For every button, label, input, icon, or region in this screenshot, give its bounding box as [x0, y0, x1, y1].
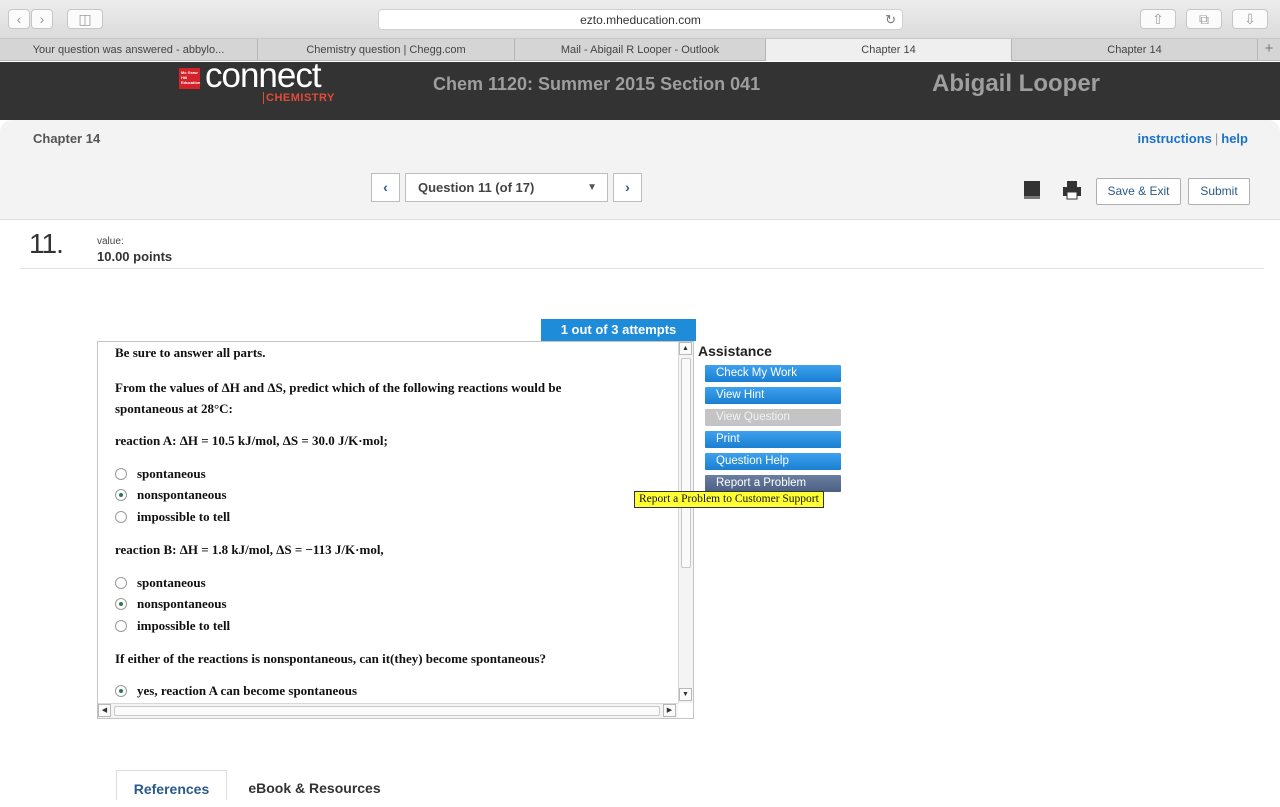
- reaction-a-text: reaction A: ΔH = 10.5 kJ/mol, ΔS = 30.0 …: [115, 433, 388, 448]
- question-number: 11.: [29, 228, 64, 259]
- forward-button[interactable]: ›: [31, 9, 53, 29]
- reaction-b-radio-nonspontaneous[interactable]: [115, 598, 127, 610]
- reaction-a-radio-impossible[interactable]: [115, 511, 127, 523]
- reaction-a-option-label: spontaneous: [137, 466, 206, 481]
- previous-question-button[interactable]: ‹: [371, 173, 400, 202]
- followup-option-label: yes, reaction A can become spontaneous: [137, 683, 358, 698]
- ebook-icon[interactable]: [1022, 180, 1042, 202]
- tab-outlook-mail[interactable]: Mail - Abigail R Looper - Outlook: [515, 39, 766, 61]
- sidebar-toggle-icon[interactable]: ◫: [67, 9, 103, 29]
- reaction-a-radio-nonspontaneous[interactable]: [115, 489, 127, 501]
- help-link[interactable]: help: [1221, 131, 1248, 146]
- tab-chapter-14[interactable]: Chapter 14: [1012, 39, 1258, 61]
- submit-button[interactable]: Submit: [1188, 178, 1250, 205]
- reaction-a-radio-spontaneous[interactable]: [115, 468, 127, 480]
- question-help-button[interactable]: Question Help: [705, 453, 841, 470]
- connect-logo: connect: [205, 56, 322, 95]
- horizontal-scrollbar[interactable]: ◀ ▶: [98, 703, 678, 718]
- share-icon[interactable]: ⇧: [1140, 9, 1176, 29]
- question-frame: Be sure to answer all parts. From the va…: [97, 341, 694, 719]
- header-links: instructions | help: [1137, 131, 1248, 146]
- instructions-link[interactable]: instructions: [1137, 131, 1211, 146]
- scroll-up-arrow[interactable]: ▲: [679, 342, 692, 355]
- tab-references[interactable]: References: [116, 770, 227, 800]
- question-prompt-line1: From the values of ΔH and ΔS, predict wh…: [115, 380, 562, 395]
- scroll-down-arrow[interactable]: ▼: [679, 688, 692, 701]
- scroll-left-arrow[interactable]: ◀: [98, 704, 111, 717]
- report-problem-tooltip: Report a Problem to Customer Support: [634, 491, 824, 508]
- vertical-scroll-thumb[interactable]: [681, 358, 691, 568]
- new-tab-icon[interactable]: +: [1258, 39, 1280, 60]
- url-bar[interactable]: ezto.mheducation.com ↻: [378, 9, 903, 30]
- tab-bar: Your question was answered - abbylo... C…: [0, 39, 1280, 61]
- connect-chemistry-label: CHEMISTRY: [263, 92, 335, 104]
- print-icon[interactable]: [1062, 180, 1082, 202]
- check-my-work-button[interactable]: Check My Work: [705, 365, 841, 382]
- back-button[interactable]: ‹: [8, 9, 30, 29]
- assignment-toolbar: Chapter 14 instructions | help ‹ Question …: [0, 120, 1280, 220]
- reload-icon[interactable]: ↻: [885, 10, 896, 30]
- attempts-badge: 1 out of 3 attempts: [541, 319, 696, 341]
- question-intro: Be sure to answer all parts.: [115, 345, 266, 360]
- reaction-a-option-label: impossible to tell: [137, 509, 231, 524]
- browser-toolbar: ‹ › ◫ ezto.mheducation.com ↻ ⇧ ⧉ ⇩: [0, 0, 1280, 39]
- reaction-b-option-label: nonspontaneous: [137, 596, 227, 611]
- followup-radio-yes-a[interactable]: [115, 685, 127, 697]
- question-select[interactable]: Question 11 (of 17) ▼: [405, 173, 608, 202]
- question-select-value: Question 11 (of 17): [418, 180, 535, 195]
- assistance-title: Assistance: [698, 343, 772, 359]
- reaction-b-option-label: spontaneous: [137, 575, 206, 590]
- question-prompt-line2: spontaneous at 28°C:: [115, 401, 233, 416]
- course-title: Chem 1120: Summer 2015 Section 041: [433, 74, 761, 94]
- chapter-title: Chapter 14: [33, 131, 101, 146]
- report-problem-button[interactable]: Report a Problem: [705, 475, 841, 492]
- value-label: value:: [97, 236, 124, 247]
- question-points: 10.00 points: [97, 249, 173, 264]
- tab-chapter-14-active[interactable]: Chapter 14: [766, 39, 1012, 61]
- url-text: ezto.mheducation.com: [580, 13, 701, 27]
- horizontal-scroll-thumb[interactable]: [114, 706, 660, 716]
- user-name: Abigail Looper: [932, 70, 1100, 97]
- save-exit-button[interactable]: Save & Exit: [1096, 178, 1181, 205]
- app-header: Mc Graw Hill Education connect CHEMISTRY…: [0, 56, 1280, 120]
- download-icon[interactable]: ⇩: [1232, 9, 1268, 29]
- divider: [20, 268, 1264, 269]
- followup-question: If either of the reactions is nonspontan…: [115, 651, 547, 666]
- reaction-b-radio-impossible[interactable]: [115, 620, 127, 632]
- reaction-b-option-label: impossible to tell: [137, 618, 231, 633]
- print-button[interactable]: Print: [705, 431, 841, 448]
- tab-ebook-resources[interactable]: eBook & Resources: [237, 770, 392, 800]
- tabs-overview-icon[interactable]: ⧉: [1186, 9, 1222, 29]
- reaction-a-option-label: nonspontaneous: [137, 487, 227, 502]
- reaction-b-text: reaction B: ΔH = 1.8 kJ/mol, ΔS = −113 J…: [115, 542, 384, 557]
- next-question-button[interactable]: ›: [613, 173, 642, 202]
- view-hint-button[interactable]: View Hint: [705, 387, 841, 404]
- link-separator: |: [1214, 131, 1219, 146]
- chevron-down-icon: ▼: [587, 182, 597, 193]
- vertical-scrollbar[interactable]: ▲ ▼: [678, 342, 693, 703]
- mcgraw-hill-logo: Mc Graw Hill Education: [179, 68, 200, 89]
- view-question-button: View Question: [705, 409, 841, 426]
- scroll-right-arrow[interactable]: ▶: [663, 704, 676, 717]
- reaction-b-radio-spontaneous[interactable]: [115, 577, 127, 589]
